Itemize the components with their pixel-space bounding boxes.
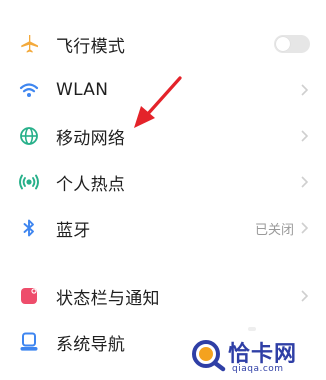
settings-item-label: 个人热点 bbox=[56, 174, 126, 195]
settings-item-personal-hotspot[interactable]: 个人热点 bbox=[0, 159, 326, 205]
settings-screen: 飞行模式 WLAN 移动网络 个人热点 蓝牙 已关闭 状态栏与通知 系统导航 恰… bbox=[0, 0, 326, 380]
airplane-icon bbox=[18, 33, 40, 55]
chevron-right-icon bbox=[300, 175, 310, 189]
chevron-right-icon bbox=[300, 289, 310, 303]
annotation-arrow bbox=[128, 72, 188, 134]
settings-item-label: 移动网络 bbox=[56, 128, 126, 149]
settings-item-label: 蓝牙 bbox=[56, 220, 91, 241]
decorative-dot bbox=[248, 327, 256, 331]
settings-item-status-bar-notifications[interactable]: 状态栏与通知 bbox=[0, 273, 326, 319]
wifi-icon bbox=[18, 79, 40, 101]
bluetooth-status: 已关闭 bbox=[254, 222, 294, 238]
settings-item-label: WLAN bbox=[56, 80, 109, 100]
watermark: 恰卡网 qiaqa.com bbox=[186, 334, 326, 380]
airplane-mode-toggle[interactable] bbox=[274, 35, 310, 53]
section-divider bbox=[0, 258, 326, 270]
settings-item-airplane-mode[interactable]: 飞行模式 bbox=[0, 21, 326, 67]
chevron-right-icon bbox=[300, 221, 310, 235]
bluetooth-icon bbox=[18, 217, 40, 239]
settings-item-label: 飞行模式 bbox=[56, 36, 126, 57]
toggle-knob bbox=[276, 37, 290, 51]
chevron-right-icon bbox=[300, 83, 310, 97]
chevron-right-icon bbox=[300, 129, 310, 143]
notification-icon bbox=[18, 285, 40, 307]
watermark-url: qiaqa.com bbox=[232, 364, 284, 374]
settings-item-label: 状态栏与通知 bbox=[56, 288, 160, 309]
settings-item-label: 系统导航 bbox=[56, 334, 126, 355]
navigation-icon bbox=[18, 331, 40, 353]
hotspot-icon bbox=[18, 171, 40, 193]
magnifier-logo-icon bbox=[186, 338, 230, 372]
globe-icon bbox=[18, 125, 40, 147]
settings-item-bluetooth[interactable]: 蓝牙 已关闭 bbox=[0, 205, 326, 251]
